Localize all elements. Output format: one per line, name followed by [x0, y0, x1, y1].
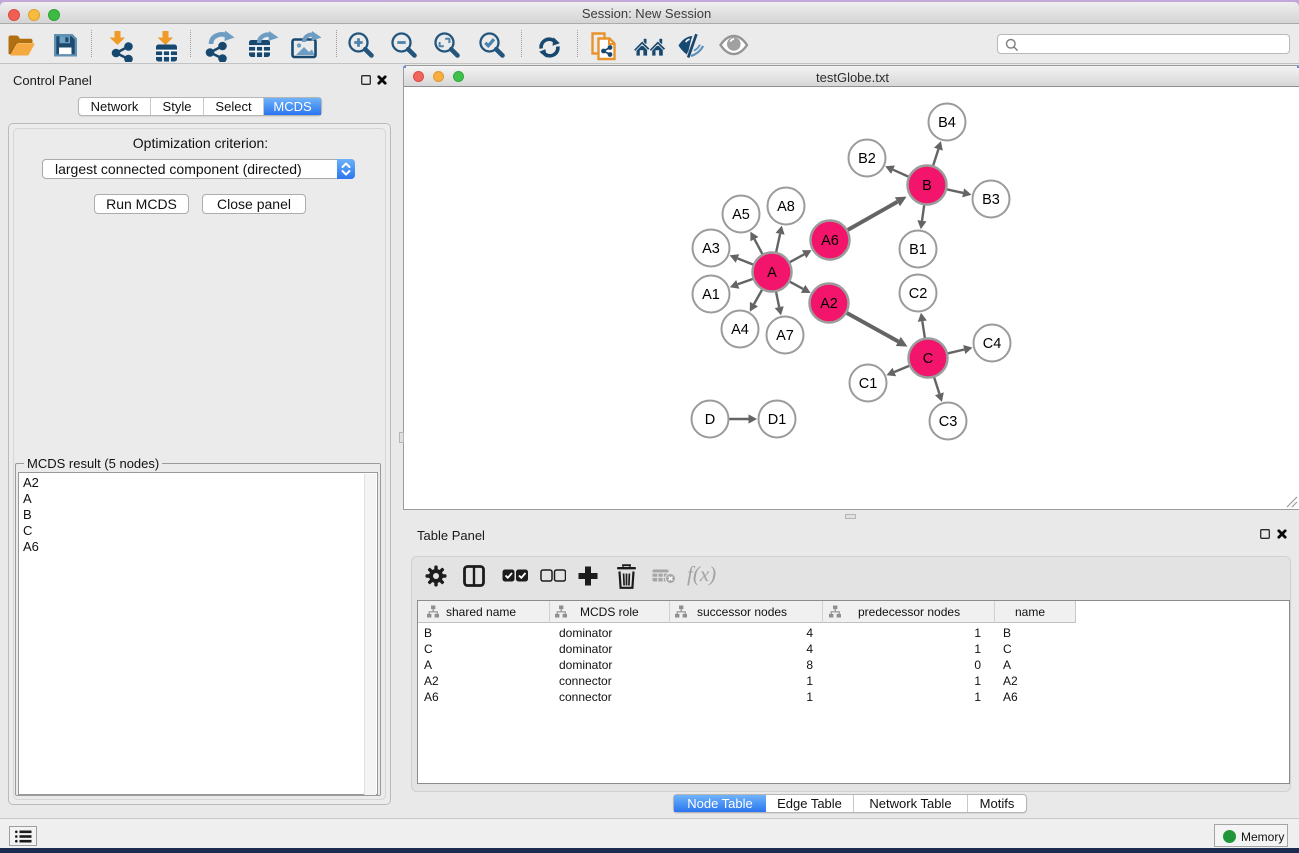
- svg-text:B: B: [922, 178, 932, 194]
- svg-text:C2: C2: [909, 286, 928, 302]
- svg-text:D: D: [705, 412, 715, 428]
- svg-text:D1: D1: [768, 412, 787, 428]
- svg-text:C: C: [923, 351, 933, 367]
- svg-text:B4: B4: [938, 115, 956, 131]
- svg-text:C4: C4: [983, 336, 1002, 352]
- svg-text:B3: B3: [982, 192, 1000, 208]
- svg-text:A3: A3: [702, 241, 720, 257]
- svg-text:B2: B2: [858, 151, 876, 167]
- svg-text:C3: C3: [939, 414, 958, 430]
- svg-text:A1: A1: [702, 287, 720, 303]
- svg-text:A4: A4: [731, 322, 749, 338]
- svg-text:A7: A7: [776, 328, 794, 344]
- svg-text:A6: A6: [821, 233, 839, 249]
- svg-text:A8: A8: [777, 199, 795, 215]
- svg-text:B1: B1: [909, 242, 927, 258]
- svg-text:A: A: [767, 265, 777, 281]
- svg-text:A2: A2: [820, 296, 838, 312]
- svg-text:A5: A5: [732, 207, 750, 223]
- svg-text:C1: C1: [859, 376, 878, 392]
